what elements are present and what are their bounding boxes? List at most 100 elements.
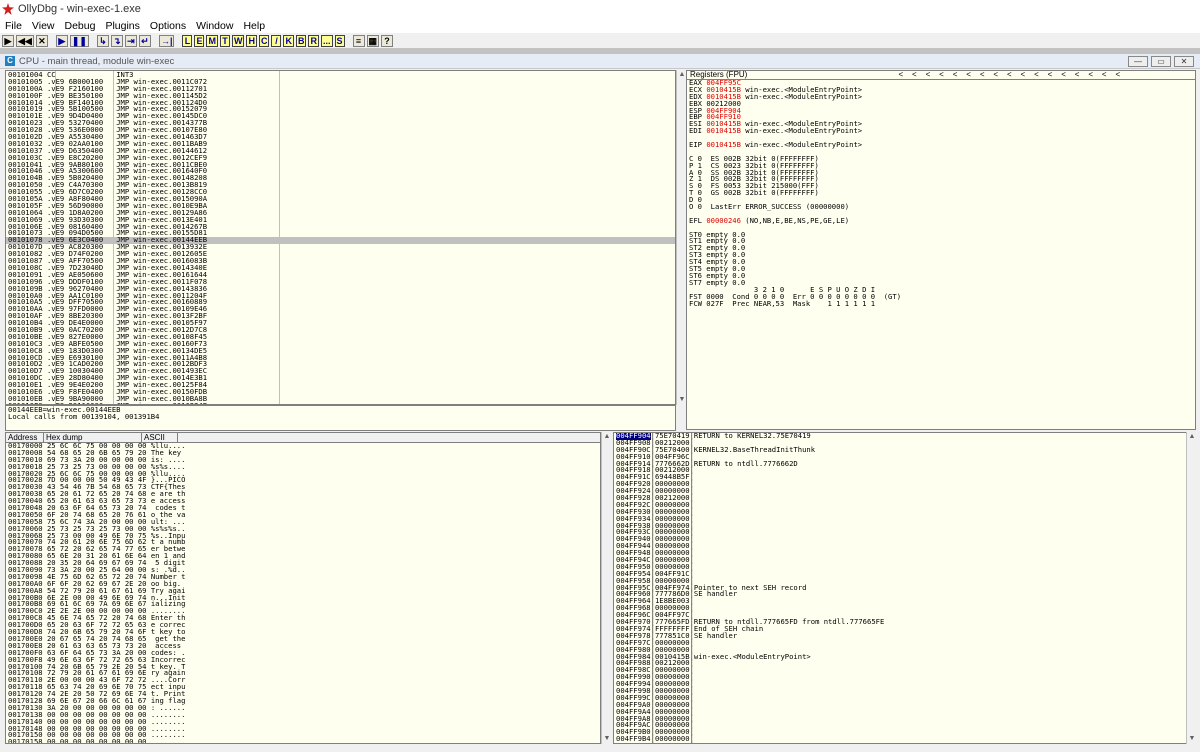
menu-help[interactable]: Help [238,20,270,32]
stack-row[interactable]: 004FF918│00212000│ [614,466,1195,474]
stack-row[interactable]: 004FF930│00000000│ [614,508,1195,516]
stack-row[interactable]: 004FF9A8│00000000│ [614,714,1195,723]
fcw-row[interactable]: FCW 027F Prec NEAR,53 Mask 1 1 1 1 1 1 [689,299,1195,308]
register-row[interactable]: EBX 00212000 [689,100,1195,108]
options-grid-icon[interactable]: ▦ [366,34,380,47]
disassembly-scrollbar[interactable]: ▲ ▼ [676,70,686,405]
scroll-up-icon[interactable]: ▲ [1187,432,1197,442]
register-row[interactable]: EDI 0010415B win-exec.<ModuleEntryPoint> [689,127,1195,135]
fpu-register-row[interactable]: ST5 empty 0.0 [689,265,1195,273]
hex-dump-pane[interactable]: Address Hex dump ASCII 00170000 25 6C 6C… [5,432,601,744]
stack-row[interactable]: 004FF960│777786D0│SE handler [614,590,1195,598]
stack-row[interactable]: 004FF9B8│00000000│ [616,742,694,743]
step-over-button[interactable]: ↴ [110,34,123,47]
fpu-register-row[interactable]: ST4 empty 0.0 [689,258,1195,266]
run-button[interactable]: ▶ [55,34,68,47]
menu-file[interactable]: File [0,20,27,32]
stack-row[interactable]: 004FF984│0010415B│win-exec.<ModuleEntryP… [614,652,1195,661]
maximize-button[interactable]: ▭ [1151,56,1171,67]
stack-row[interactable]: 004FF954│004FF91C│ [614,570,1195,578]
stack-row[interactable]: 004FF90C│75E70400│KERNEL32.BaseThreadIni… [614,446,1195,454]
log-window-button[interactable]: L [182,34,193,47]
pause-button[interactable]: ❚❚ [69,34,89,47]
eip-row[interactable]: EIP 0010415B win-exec.<ModuleEntryPoint> [689,141,1195,149]
stack-row[interactable]: 004FF944│00000000│ [614,542,1195,550]
registers-header-arrows[interactable]: < < < < < < < < < < < < < < < < < [898,71,1120,79]
go-to-address-button[interactable]: →| [158,34,175,47]
breakpoints-window-button[interactable]: B [295,34,307,47]
stack-row[interactable]: 004FF940│00000000│ [614,535,1195,543]
scroll-up-icon[interactable]: ▲ [602,432,612,442]
stack-row[interactable]: 004FF968│00000000│ [614,604,1195,612]
call-stack-window-button[interactable]: K [283,34,294,47]
threads-window-button[interactable]: T [219,34,230,47]
registers-pane[interactable]: Registers (FPU) < < < < < < < < < < < < … [686,70,1196,430]
cpu-window-button[interactable]: C [258,34,270,47]
stack-row[interactable]: 004FF950│00000000│ [614,563,1195,571]
patches-window-button[interactable]: / [271,34,282,47]
stack-row[interactable]: 004FF91C│69448B5F│ [614,473,1195,481]
menu-debug[interactable]: Debug [60,20,101,32]
stack-row[interactable]: 004FF99C│00000000│ [614,694,1195,702]
stack-row[interactable]: 004FF988│00212000│ [614,659,1195,667]
execute-till-return-button[interactable]: ↵ [138,34,151,47]
stack-row[interactable]: 004FF934│00000000│ [614,515,1195,523]
stack-scrollbar[interactable]: ▲ ▼ [1186,432,1196,744]
register-row[interactable]: EDX 0010415B win-exec.<ModuleEntryPoint> [689,93,1195,101]
flag-row[interactable]: O 0 LastErr ERROR_SUCCESS (00000000) [689,203,1195,211]
memory-window-button[interactable]: M [206,34,218,47]
trace-into-button[interactable]: ⇥ [124,34,137,47]
source-window-button[interactable]: S [334,34,345,47]
step-into-button[interactable]: ↳ [96,34,109,47]
stack-row[interactable]: 004FF964│1E8BE003│ [614,597,1195,605]
stack-row[interactable]: 004FF990│00000000│ [614,673,1195,681]
stack-row[interactable]: 004FF948│00000000│ [614,549,1195,557]
fpu-register-row[interactable]: ST6 empty 0.0 [689,272,1195,280]
stack-row[interactable]: 004FF938│00000000│ [614,521,1195,530]
stack-row[interactable]: 004FF9AC│00000000│ [614,721,1195,729]
stack-row[interactable]: 004FF94C│00000000│ [614,556,1195,564]
stack-pane[interactable]: 004FF904│75E70419│RETURN to KERNEL32.75E… [613,432,1196,744]
menu-plugins[interactable]: Plugins [100,20,144,32]
stack-row[interactable]: 004FF9B0│00000000│ [614,728,1195,736]
stack-row[interactable]: 004FF92C│00000000│ [614,501,1195,509]
modules-window-button[interactable]: E [194,34,205,47]
menu-window[interactable]: Window [191,20,238,32]
stack-row[interactable]: 004FF9B4│00000000│ [614,735,1195,743]
fpu-register-row[interactable]: ST2 empty 0.0 [689,244,1195,252]
stack-row[interactable]: 004FF924│00000000│ [614,487,1195,495]
stack-row[interactable]: 004FF98C│00000000│ [614,666,1195,674]
stack-row[interactable]: 004FF920│00000000│ [614,480,1195,488]
menu-view[interactable]: View [27,20,60,32]
help-button[interactable]: ? [381,34,394,47]
dump-row[interactable]: 00170158 00 00 00 00 00 00 00 00 .......… [6,738,600,743]
dump-scrollbar[interactable]: ▲ ▼ [601,432,611,744]
open-file-button[interactable]: ▶ [2,34,14,47]
stack-row[interactable]: 004FF998│00000000│ [614,687,1195,695]
list-icon[interactable]: ≡ [352,34,365,47]
stack-row[interactable]: 004FF904│75E70419│RETURN to KERNEL32.75E… [614,433,1195,440]
scroll-down-icon[interactable]: ▼ [602,734,612,744]
fpu-register-row[interactable]: ST1 empty 0.0 [689,237,1195,245]
fpu-register-row[interactable]: ST0 empty 0.0 [689,231,1195,239]
run-trace-window-button[interactable]: ... [320,34,333,47]
menu-options[interactable]: Options [145,20,191,32]
flag-row[interactable]: T 0 GS 002B 32bit 0(FFFFFFFF) [689,189,1195,197]
windows-window-button[interactable]: W [231,34,245,47]
fpu-register-row[interactable]: ST3 empty 0.0 [689,251,1195,259]
restart-button[interactable]: ◀◀ [16,34,34,47]
scroll-down-icon[interactable]: ▼ [1187,734,1197,744]
stack-row[interactable]: 004FF928│00212000│ [614,494,1195,502]
references-window-button[interactable]: R [308,34,319,47]
minimize-button[interactable]: — [1128,56,1148,67]
stack-row[interactable]: 004FF978│777851C0│SE handler [614,632,1195,640]
stack-row[interactable]: 004FF914│7776662D│RETURN to ntdll.777666… [614,459,1195,468]
close-button[interactable]: ✕ [35,34,48,47]
stack-row[interactable]: 004FF9A0│00000000│ [614,701,1195,709]
handles-window-button[interactable]: H [246,34,257,47]
stack-row[interactable]: 004FF93C│00000000│ [614,528,1195,536]
stack-row[interactable]: 004FF9A4│00000000│ [614,708,1195,716]
efl-row[interactable]: EFL 00000246 (NO,NB,E,BE,NS,PE,GE,LE) [689,217,1195,225]
register-row[interactable]: ESP 004FF904 [689,106,1195,115]
stack-row[interactable]: 004FF994│00000000│ [614,680,1195,688]
